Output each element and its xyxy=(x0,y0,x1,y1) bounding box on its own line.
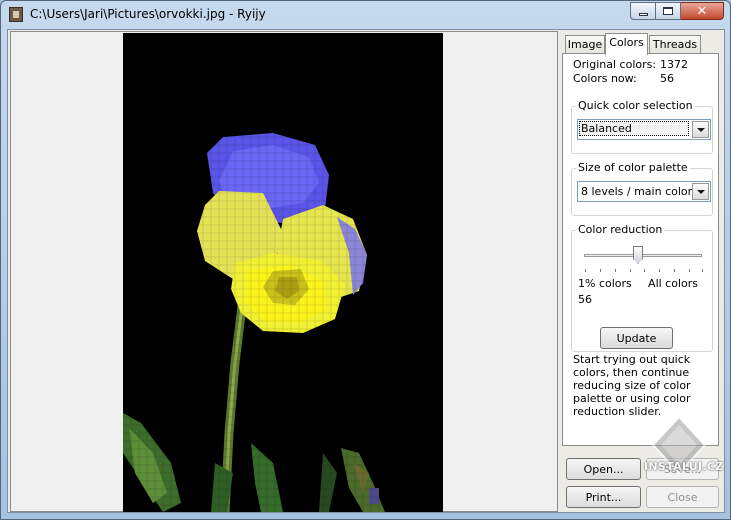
slider-tick xyxy=(615,269,616,272)
app-window: C:\Users\Jari\Pictures\orvokki.jpg - Ryi… xyxy=(0,0,731,520)
tab-threads[interactable]: Threads xyxy=(649,35,701,54)
quick-color-selected: Balanced xyxy=(579,121,689,136)
slider-tick xyxy=(600,269,601,272)
palette-size-dropdown-button[interactable] xyxy=(692,183,709,200)
close-icon: ✕ xyxy=(696,3,708,19)
original-colors-label: Original colors: xyxy=(573,58,657,71)
open-button-label: Open... xyxy=(583,463,624,476)
palette-size-select[interactable]: 8 levels / main color xyxy=(577,181,711,202)
slider-tick xyxy=(702,269,703,272)
original-colors-value: 1372 xyxy=(660,58,688,71)
help-text: Start trying out quick colors, then cont… xyxy=(573,353,691,418)
open-button[interactable]: Open... xyxy=(566,458,641,480)
slider-max-label: All colors xyxy=(648,277,698,290)
print-button-label: Print... xyxy=(585,491,622,504)
quick-color-select[interactable]: Balanced xyxy=(577,119,711,140)
image-view-pane[interactable] xyxy=(10,31,558,512)
slider-tick xyxy=(644,269,645,272)
tab-image[interactable]: Image xyxy=(565,35,605,54)
pixelated-flower-image xyxy=(123,33,443,512)
slider-tick xyxy=(689,269,690,272)
colors-now-label: Colors now: xyxy=(573,72,637,85)
maximize-button[interactable] xyxy=(656,2,681,20)
chevron-down-icon xyxy=(696,127,705,132)
caption-buttons: ✕ xyxy=(630,2,724,20)
colors-now-row: Colors now: 56 xyxy=(573,72,674,85)
color-reduction-slider-track[interactable] xyxy=(584,254,702,257)
quick-color-group: Quick color selection Balanced xyxy=(571,99,713,154)
update-button-label: Update xyxy=(616,332,657,345)
client-area: Image Colors Threads Original colors: 13… xyxy=(7,29,725,513)
chevron-down-icon xyxy=(696,189,705,194)
print-button[interactable]: Print... xyxy=(566,486,641,508)
title-bar[interactable]: C:\Users\Jari\Pictures\orvokki.jpg - Ryi… xyxy=(1,1,730,29)
minimize-icon xyxy=(638,12,648,16)
slider-tick xyxy=(659,269,660,272)
colors-now-value: 56 xyxy=(660,72,674,85)
tab-threads-label: Threads xyxy=(652,38,698,51)
palette-size-legend: Size of color palette xyxy=(576,161,690,174)
slider-tick xyxy=(585,269,586,272)
slider-tick xyxy=(674,269,675,272)
palette-size-group: Size of color palette 8 levels / main co… xyxy=(571,161,713,216)
slider-tick xyxy=(630,269,631,272)
maximize-icon xyxy=(663,7,673,15)
colors-tab-panel: Original colors: 1372 Colors now: 56 Qui… xyxy=(562,53,719,446)
quick-color-dropdown-button[interactable] xyxy=(692,121,709,138)
image-preview xyxy=(123,33,443,512)
update-button[interactable]: Update xyxy=(600,327,673,349)
color-reduction-group: Color reduction 1% colors All colors 56 … xyxy=(571,223,713,352)
quick-color-legend: Quick color selection xyxy=(576,99,695,112)
watermark-text: INSTALUJ.CZ xyxy=(644,460,724,473)
minimize-button[interactable] xyxy=(630,2,656,20)
tab-colors[interactable]: Colors xyxy=(605,33,648,55)
palette-size-selected: 8 levels / main color xyxy=(581,185,693,198)
close-button[interactable]: Close xyxy=(646,486,719,508)
window-title: C:\Users\Jari\Pictures\orvokki.jpg - Ryi… xyxy=(30,7,266,21)
close-button-label: Close xyxy=(667,491,698,504)
color-reduction-legend: Color reduction xyxy=(576,223,665,236)
app-icon[interactable] xyxy=(9,7,23,22)
close-window-button[interactable]: ✕ xyxy=(681,2,724,20)
original-colors-row: Original colors: 1372 xyxy=(573,58,688,71)
slider-value: 56 xyxy=(578,293,592,306)
tab-image-label: Image xyxy=(567,38,603,51)
tab-colors-label: Colors xyxy=(609,36,644,49)
color-reduction-slider-thumb[interactable] xyxy=(633,246,643,264)
slider-min-label: 1% colors xyxy=(578,277,632,290)
